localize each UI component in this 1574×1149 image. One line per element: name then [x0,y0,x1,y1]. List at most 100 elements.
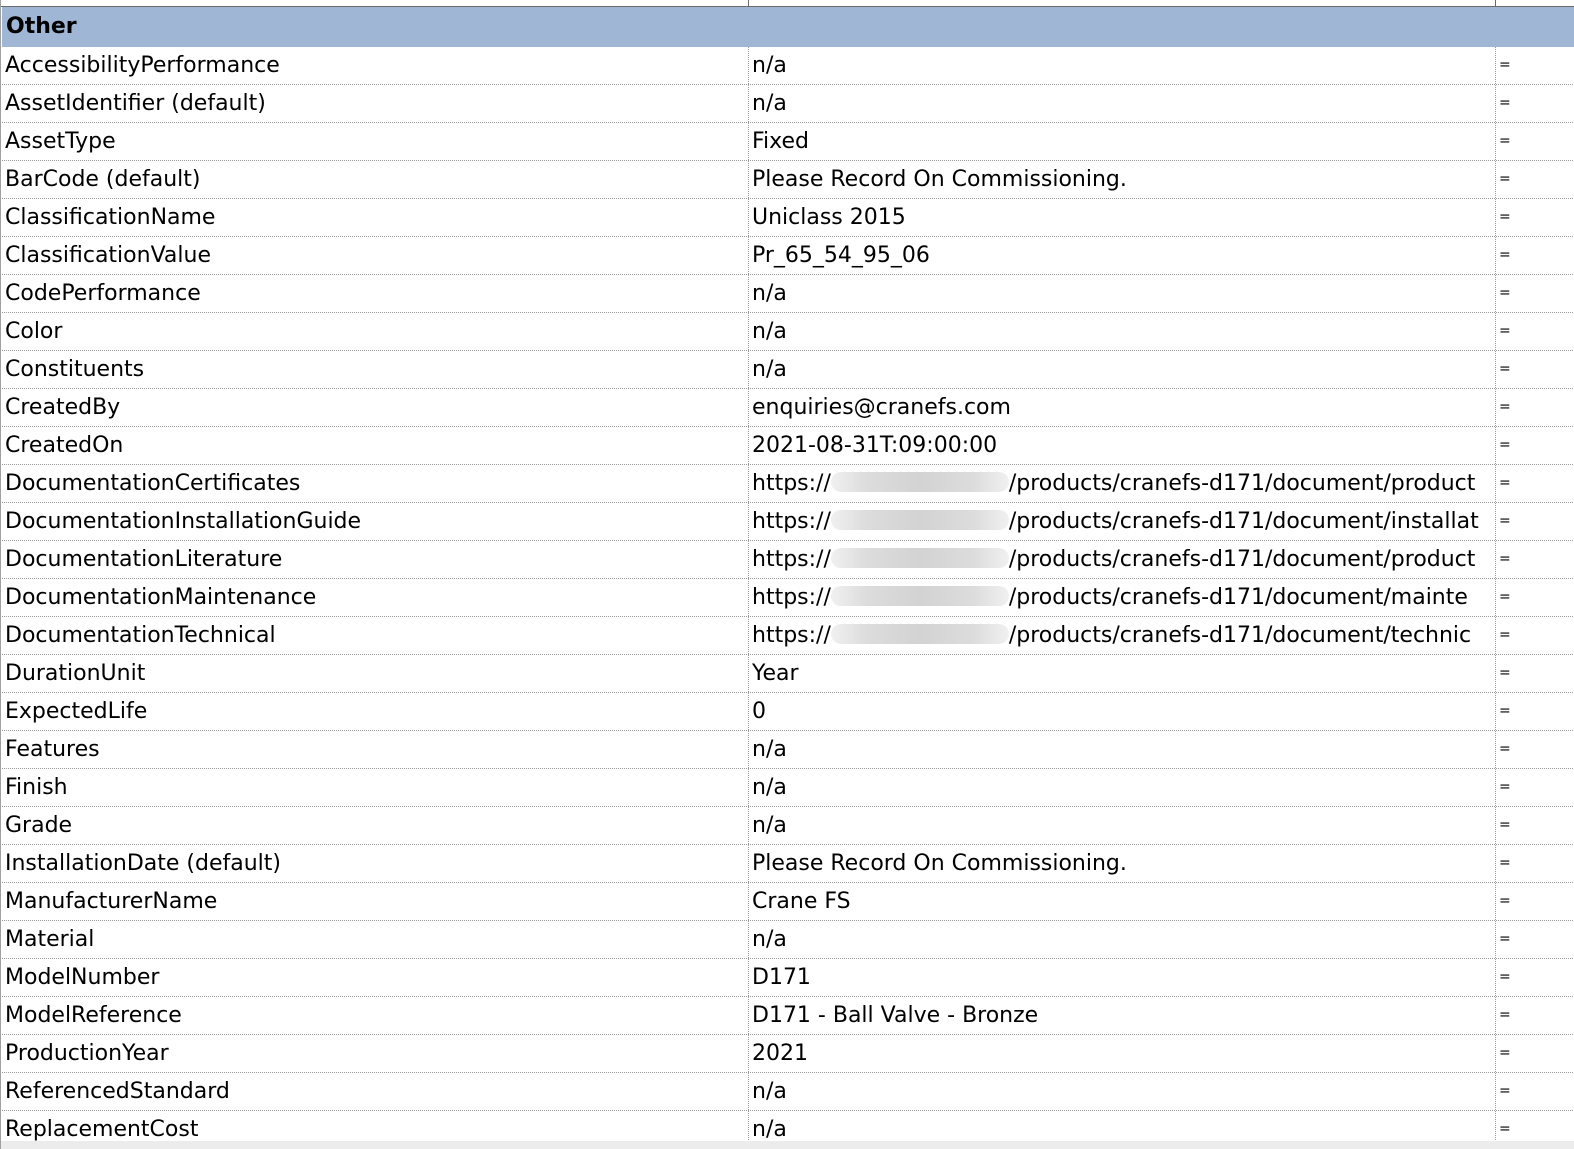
property-row[interactable]: CreatedOn 2021-08-31T:09:00:00 = [2,427,1574,465]
property-row[interactable]: ModelReference D171 - Ball Valve - Bronze… [2,997,1574,1035]
property-value[interactable]: n/a [750,731,1496,768]
property-row[interactable]: AccessibilityPerformance n/a = [2,47,1574,85]
column-divider [748,503,749,540]
property-flag[interactable]: = [1497,807,1574,844]
property-row[interactable]: ExpectedLife 0 = [2,693,1574,731]
column-divider [1495,313,1496,350]
property-flag[interactable]: = [1497,503,1574,540]
property-value[interactable]: n/a [750,921,1496,958]
property-row[interactable]: CodePerformance n/a = [2,275,1574,313]
property-flag[interactable]: = [1497,123,1574,160]
redacted-domain [830,586,1009,606]
redacted-domain [830,472,1009,492]
property-name: BarCode (default) [5,167,201,192]
property-flag[interactable]: = [1497,199,1574,236]
property-value[interactable]: n/a [750,313,1496,350]
property-value[interactable]: https:// /products/cranefs-d171/document/… [750,541,1496,578]
property-flag[interactable]: = [1497,85,1574,122]
property-row[interactable]: Constituents n/a = [2,351,1574,389]
property-row[interactable]: ReferencedStandard n/a = [2,1073,1574,1111]
property-flag[interactable]: = [1497,237,1574,274]
property-flag[interactable]: = [1497,769,1574,806]
property-flag[interactable]: = [1497,883,1574,920]
property-row[interactable]: ModelNumber D171 = [2,959,1574,997]
property-value[interactable]: Uniclass 2015 [750,199,1496,236]
property-value[interactable]: n/a [750,275,1496,312]
property-row[interactable]: ClassificationName Uniclass 2015 = [2,199,1574,237]
property-value[interactable]: 2021 [750,1035,1496,1072]
property-name: AccessibilityPerformance [5,53,280,78]
property-flag[interactable]: = [1497,161,1574,198]
property-value[interactable]: n/a [750,769,1496,806]
property-row[interactable]: DurationUnit Year = [2,655,1574,693]
column-divider [748,313,749,350]
property-flag[interactable]: = [1497,579,1574,616]
property-value[interactable]: D171 - Ball Valve - Bronze [750,997,1496,1034]
column-divider [748,389,749,426]
property-flag[interactable]: = [1497,959,1574,996]
property-value[interactable]: n/a [750,47,1496,84]
property-value[interactable]: enquiries@cranefs.com [750,389,1496,426]
property-row[interactable]: Material n/a = [2,921,1574,959]
property-row[interactable]: DocumentationInstallationGuide https:// /p… [2,503,1574,541]
property-flag[interactable]: = [1497,921,1574,958]
property-flag[interactable]: = [1497,845,1574,882]
property-value[interactable]: Please Record On Commissioning. [750,845,1496,882]
property-flag[interactable]: = [1497,541,1574,578]
property-row[interactable]: DocumentationMaintenance https:// /product… [2,579,1574,617]
property-value[interactable]: D171 [750,959,1496,996]
property-value[interactable]: n/a [750,1073,1496,1110]
property-row[interactable]: InstallationDate (default) Please Record … [2,845,1574,883]
property-value[interactable]: https:// /products/cranefs-d171/document/… [750,503,1496,540]
property-row[interactable]: DocumentationLiterature https:// /products… [2,541,1574,579]
property-value[interactable]: 0 [750,693,1496,730]
property-value[interactable]: https:// /products/cranefs-d171/document/… [750,465,1496,502]
property-row[interactable]: AssetType Fixed = [2,123,1574,161]
property-row[interactable]: AssetIdentifier (default) n/a = [2,85,1574,123]
property-flag[interactable]: = [1497,389,1574,426]
property-flag[interactable]: = [1497,427,1574,464]
property-flag[interactable]: = [1497,351,1574,388]
property-value[interactable]: Crane FS [750,883,1496,920]
horizontal-scrollbar-track[interactable] [1,1141,1574,1149]
property-row[interactable]: BarCode (default) Please Record On Commis… [2,161,1574,199]
property-flag[interactable]: = [1497,655,1574,692]
column-divider [1495,769,1496,806]
property-flag[interactable]: = [1497,617,1574,654]
property-value[interactable]: Fixed [750,123,1496,160]
property-value[interactable]: n/a [750,351,1496,388]
property-flag[interactable]: = [1497,465,1574,502]
property-row[interactable]: Color n/a = [2,313,1574,351]
property-row[interactable]: CreatedBy enquiries@cranefs.com = [2,389,1574,427]
column-divider [1495,351,1496,388]
property-row[interactable]: DocumentationTechnical https:// /products/… [2,617,1574,655]
group-header-other[interactable]: Other [2,7,1574,47]
property-flag[interactable]: = [1497,275,1574,312]
property-name: Grade [5,813,73,838]
property-value[interactable]: 2021-08-31T:09:00:00 [750,427,1496,464]
column-divider [1495,237,1496,274]
property-flag[interactable]: = [1497,997,1574,1034]
property-row[interactable]: Grade n/a = [2,807,1574,845]
property-value[interactable]: Year [750,655,1496,692]
property-value[interactable]: https:// /products/cranefs-d171/document/… [750,617,1496,654]
property-value[interactable]: https:// /products/cranefs-d171/document/… [750,579,1496,616]
property-name: ExpectedLife [5,699,148,724]
property-value[interactable]: n/a [750,807,1496,844]
property-flag[interactable]: = [1497,693,1574,730]
property-row[interactable]: ManufacturerName Crane FS = [2,883,1574,921]
property-flag[interactable]: = [1497,47,1574,84]
property-row[interactable]: ProductionYear 2021 = [2,1035,1574,1073]
property-value[interactable]: Pr_65_54_95_06 [750,237,1496,274]
property-name: Color [5,319,63,344]
property-row[interactable]: Features n/a = [2,731,1574,769]
property-row[interactable]: ClassificationValue Pr_65_54_95_06 = [2,237,1574,275]
property-flag[interactable]: = [1497,1035,1574,1072]
property-row[interactable]: Finish n/a = [2,769,1574,807]
property-row[interactable]: DocumentationCertificates https:// /produc… [2,465,1574,503]
property-flag[interactable]: = [1497,731,1574,768]
property-value[interactable]: Please Record On Commissioning. [750,161,1496,198]
property-flag[interactable]: = [1497,1073,1574,1110]
property-flag[interactable]: = [1497,313,1574,350]
property-value[interactable]: n/a [750,85,1496,122]
